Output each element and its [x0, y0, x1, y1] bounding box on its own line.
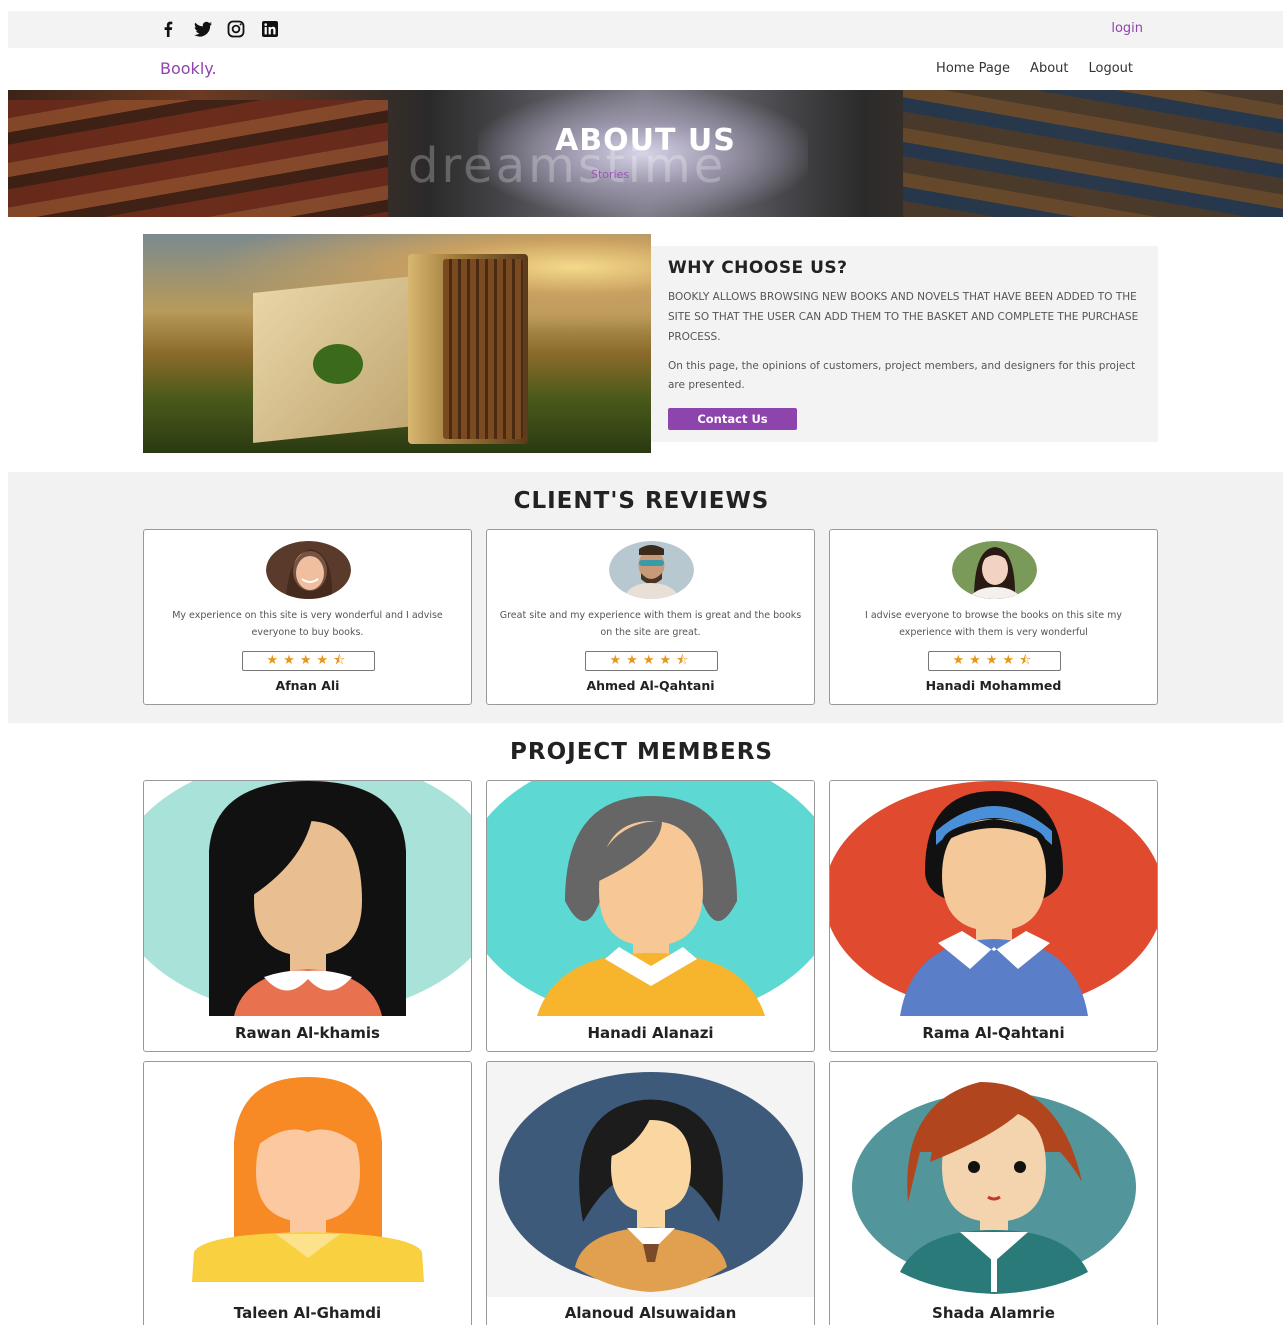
member-avatar-illustration: [144, 781, 471, 1016]
why-paragraph-2: On this page, the opinions of customers,…: [668, 360, 1136, 391]
member-name: Alanoud Alsuwaidan: [564, 1304, 737, 1322]
social-links: [158, 19, 280, 39]
hero-banner: dreamstime ABOUT US Stories: [8, 90, 1283, 217]
reviewer-name: Afnan Ali: [275, 678, 340, 693]
brand-logo[interactable]: Bookly.: [160, 59, 217, 78]
star-rating: ★★★★⯪: [585, 651, 718, 671]
breadcrumb[interactable]: Stories: [591, 168, 629, 181]
member-name: Taleen Al-Ghamdi: [233, 1304, 382, 1322]
member-card: Alanoud Alsuwaidan: [486, 1061, 815, 1325]
member-card: Rama Al-Qahtani: [829, 780, 1158, 1052]
member-name: Hanadi Alanazi: [587, 1024, 714, 1042]
reviewer-avatar: [609, 541, 694, 599]
member-name: Rama Al-Qahtani: [922, 1024, 1065, 1042]
review-card: I advise everyone to browse the books on…: [829, 529, 1158, 705]
facebook-icon[interactable]: [158, 19, 178, 39]
nav-link-home[interactable]: Home Page: [936, 61, 1010, 76]
member-avatar-illustration: [487, 781, 814, 1016]
reviewer-avatar: [266, 541, 351, 599]
reviews-heading: CLIENT'S REVIEWS: [513, 488, 770, 514]
review-card: Great site and my experience with them i…: [486, 529, 815, 705]
review-card: My experience on this site is very wonde…: [143, 529, 472, 705]
contact-us-button[interactable]: Contact Us: [668, 408, 797, 430]
twitter-icon[interactable]: [192, 19, 212, 39]
image-book-spine: [443, 259, 523, 439]
review-text: My experience on this site is very wonde…: [172, 610, 443, 638]
member-avatar-illustration: [830, 1062, 1157, 1297]
why-paragraph-1: BOOKLY ALLOWS BROWSING NEW BOOKS AND NOV…: [668, 291, 1139, 343]
navbar: Bookly. Home Page About Logout: [8, 50, 1283, 90]
why-choose-image: [143, 234, 651, 453]
star-rating: ★★★★⯪: [242, 651, 375, 671]
member-card: Shada Alamrie: [829, 1061, 1158, 1325]
review-text: I advise everyone to browse the books on…: [865, 610, 1122, 638]
linkedin-icon[interactable]: [260, 19, 280, 39]
why-choose-box: WHY CHOOSE US? BOOKLY ALLOWS BROWSING NE…: [651, 246, 1158, 442]
reviewer-avatar: [952, 541, 1037, 599]
member-name: Rawan Al-khamis: [234, 1024, 380, 1042]
member-avatar-illustration: [144, 1062, 471, 1297]
page-title: ABOUT US: [555, 123, 736, 158]
member-card: Taleen Al-Ghamdi: [143, 1061, 472, 1325]
star-rating: ★★★★⯪: [928, 651, 1061, 671]
top-bar: login: [8, 11, 1283, 48]
member-card: Rawan Al-khamis: [143, 780, 472, 1052]
instagram-icon[interactable]: [226, 19, 246, 39]
member-card: Hanadi Alanazi: [486, 780, 815, 1052]
nav-link-about[interactable]: About: [1030, 61, 1068, 76]
login-link[interactable]: login: [1111, 21, 1143, 36]
members-heading: PROJECT MEMBERS: [510, 739, 773, 765]
member-avatar-illustration: [487, 1062, 814, 1297]
image-tree: [313, 344, 363, 384]
nav-links: Home Page About Logout: [936, 61, 1133, 76]
reviewer-name: Ahmed Al-Qahtani: [586, 678, 715, 693]
member-name: Shada Alamrie: [932, 1304, 1055, 1322]
why-heading: WHY CHOOSE US?: [668, 258, 848, 278]
nav-link-logout[interactable]: Logout: [1088, 61, 1133, 76]
review-text: Great site and my experience with them i…: [499, 610, 802, 638]
hero-books-left-image: [8, 100, 388, 217]
reviewer-name: Hanadi Mohammed: [925, 678, 1062, 693]
member-avatar-illustration: [830, 781, 1157, 1016]
